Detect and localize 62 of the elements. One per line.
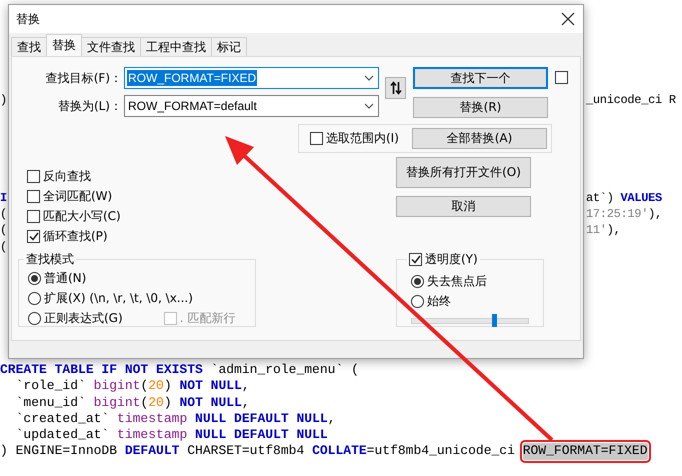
- radio-label: 扩展(X) (\n, \r, \t, \0, \x...): [44, 290, 193, 306]
- checkbox-label: 透明度(Y): [425, 251, 478, 268]
- radio-button[interactable]: [28, 312, 41, 324]
- checkbox-label: 全词匹配(W): [43, 188, 112, 205]
- checkbox[interactable]: [27, 190, 40, 203]
- tab[interactable]: 工程中查找: [140, 37, 212, 56]
- radio-label: 始终: [427, 292, 451, 310]
- checkbox[interactable]: [409, 253, 422, 266]
- radio-button[interactable]: [411, 274, 424, 288]
- checkbox[interactable]: [310, 132, 323, 145]
- replace-button[interactable]: 替换(R): [413, 97, 548, 118]
- chevron-down-icon[interactable]: [364, 75, 374, 81]
- checkbox-label: 匹配大小写(C): [43, 208, 121, 225]
- code-text: (: [0, 207, 7, 222]
- up-down-arrows-icon: [390, 81, 402, 95]
- slider-thumb[interactable]: [492, 314, 498, 327]
- checkbox[interactable]: [27, 210, 40, 223]
- combo-field[interactable]: ROW_FORMAT=default: [124, 95, 379, 117]
- radio-button[interactable]: [28, 272, 41, 284]
- radio-label: 正则表达式(G): [44, 310, 123, 326]
- code-text: `role_id` bigint(20) NOT NULL,: [14, 378, 250, 395]
- chevron-down-icon[interactable]: [364, 103, 374, 109]
- tab[interactable]: 查找: [11, 37, 47, 56]
- tab[interactable]: 标记: [211, 37, 247, 56]
- checkbox[interactable]: [27, 170, 40, 183]
- radio-label: 普通(N): [44, 270, 86, 286]
- radio-button[interactable]: [411, 294, 424, 308]
- group-title: 查找模式: [25, 251, 75, 268]
- code-text: CREATE TABLE IF NOT EXISTS `admin_role_menu` (: [0, 362, 359, 378]
- code-text: I: [0, 190, 7, 205]
- code-text: `updated_at` timestamp NULL DEFAULT NULL: [14, 427, 328, 444]
- checkbox-label: . 匹配新行: [180, 310, 236, 326]
- annotated-match: ROW_FORMAT=FIXED: [522, 443, 648, 460]
- replace-all-button[interactable]: 全部替换(A): [412, 128, 547, 149]
- tab[interactable]: 文件查找: [81, 37, 141, 56]
- cancel-button[interactable]: 取消: [396, 196, 531, 217]
- code-text: ) ENGINE=InnoDB DEFAULT CHARSET=utf8mb4 COLLATE=utf8mb4_unicode_ci: [0, 443, 516, 460]
- code-text: `menu_id` bigint(20) NOT NULL,: [14, 394, 250, 411]
- code-text: (: [0, 240, 7, 254]
- checkbox-label: 循环查找(P): [43, 228, 108, 245]
- field-label: 替换为(L)：: [56, 98, 122, 114]
- code-text: 17:25:19'),: [586, 207, 662, 222]
- field-label: 查找目标(F)：: [44, 70, 122, 86]
- find-next-button[interactable]: 查找下一个: [413, 67, 548, 89]
- swap-button[interactable]: [385, 77, 406, 99]
- combo-field[interactable]: ROW_FORMAT=FIXED: [124, 67, 379, 89]
- window-title: 替换: [16, 10, 40, 28]
- code-text: ): [0, 93, 7, 107]
- code-text: at`) VALUES: [586, 190, 662, 205]
- radio-button[interactable]: [28, 292, 41, 304]
- code-text: _unicode_ci R: [586, 93, 676, 107]
- checkbox-label: 反向查找: [43, 168, 91, 185]
- code-text: 11'),: [586, 223, 621, 238]
- tab[interactable]: 替换: [46, 34, 82, 56]
- checkbox-label: 选取范围内(I): [326, 130, 399, 147]
- close-icon[interactable]: [561, 12, 575, 26]
- replace-all-open-files-button[interactable]: 替换所有打开文件(O): [396, 157, 531, 188]
- code-text: `created_at` timestamp NULL DEFAULT NULL,: [14, 410, 336, 428]
- radio-label: 失去焦点后: [427, 272, 487, 290]
- checkbox[interactable]: [27, 230, 40, 243]
- code-text: (: [0, 223, 7, 238]
- checkbox[interactable]: [555, 71, 568, 84]
